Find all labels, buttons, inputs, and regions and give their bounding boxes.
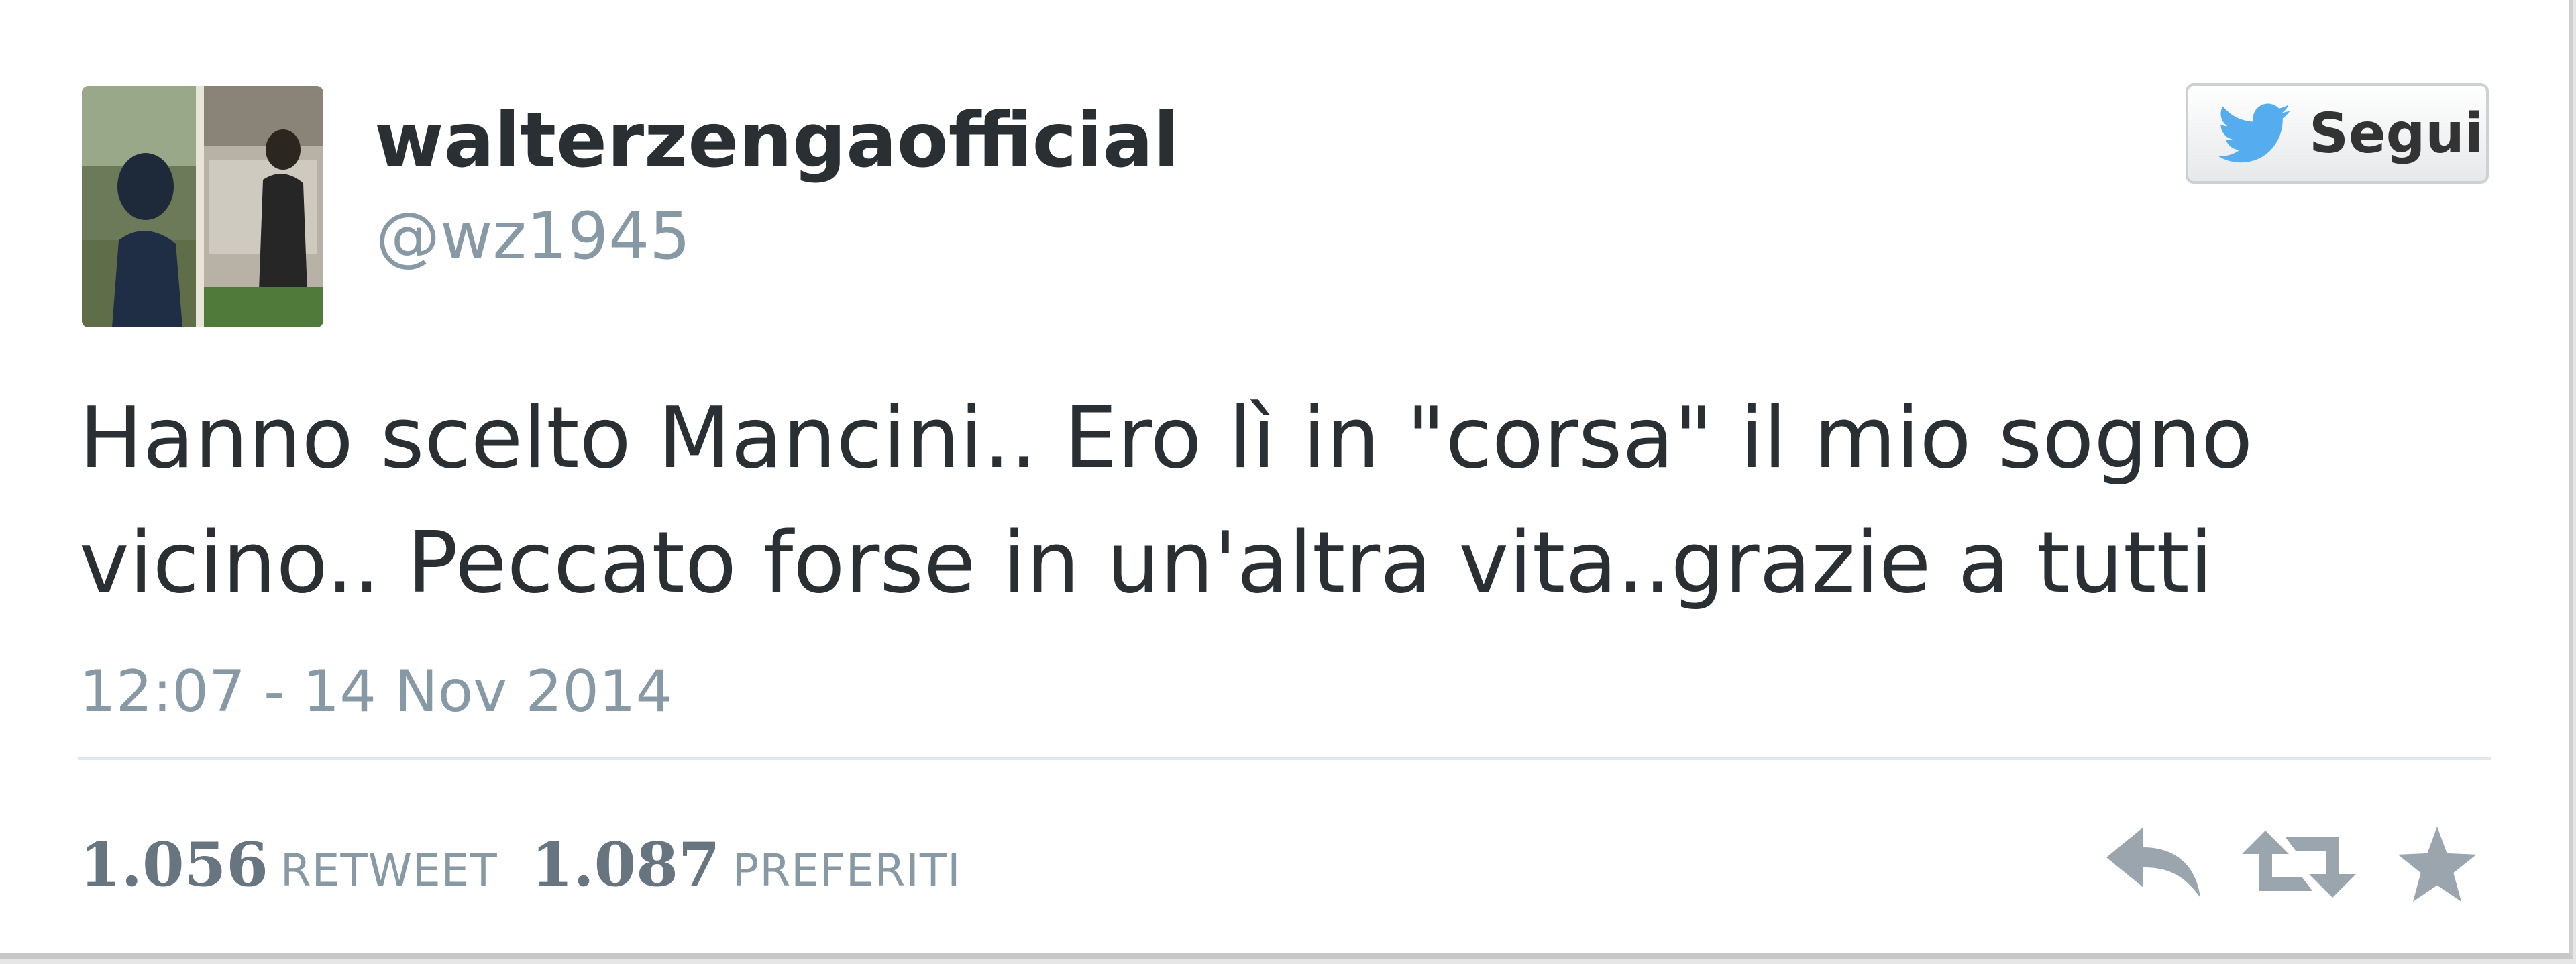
user-screen-name[interactable]: @wz1945 [376, 196, 690, 276]
reply-icon[interactable] [2106, 827, 2207, 901]
favorite-label[interactable]: PREFERITI [733, 845, 961, 896]
follow-button[interactable]: Segui [2186, 83, 2489, 184]
retweet-label[interactable]: RETWEET [280, 845, 498, 896]
avatar-image [82, 86, 323, 327]
star-icon[interactable] [2398, 826, 2477, 902]
favorite-count[interactable]: 1.087 [531, 829, 720, 900]
avatar[interactable] [82, 86, 323, 327]
user-display-name[interactable]: walterzengaofficial [374, 94, 1179, 188]
follow-button-label: Segui [2309, 101, 2483, 166]
tweet-stats: 1.056 RETWEET 1.087 PREFERITI [79, 829, 995, 903]
tweet-timestamp[interactable]: 12:07 - 14 Nov 2014 [79, 655, 672, 729]
tweet-card: walterzengaofficial @wz1945 Segui Hanno … [0, 0, 2573, 959]
twitter-bird-icon [2218, 103, 2290, 163]
divider [78, 757, 2491, 760]
retweet-count[interactable]: 1.056 [79, 829, 268, 900]
tweet-text: Hanno scelto Mancini.. Ero lì in "corsa"… [79, 388, 2253, 612]
retweet-icon[interactable] [2242, 827, 2356, 901]
tweet-actions [2106, 824, 2477, 904]
